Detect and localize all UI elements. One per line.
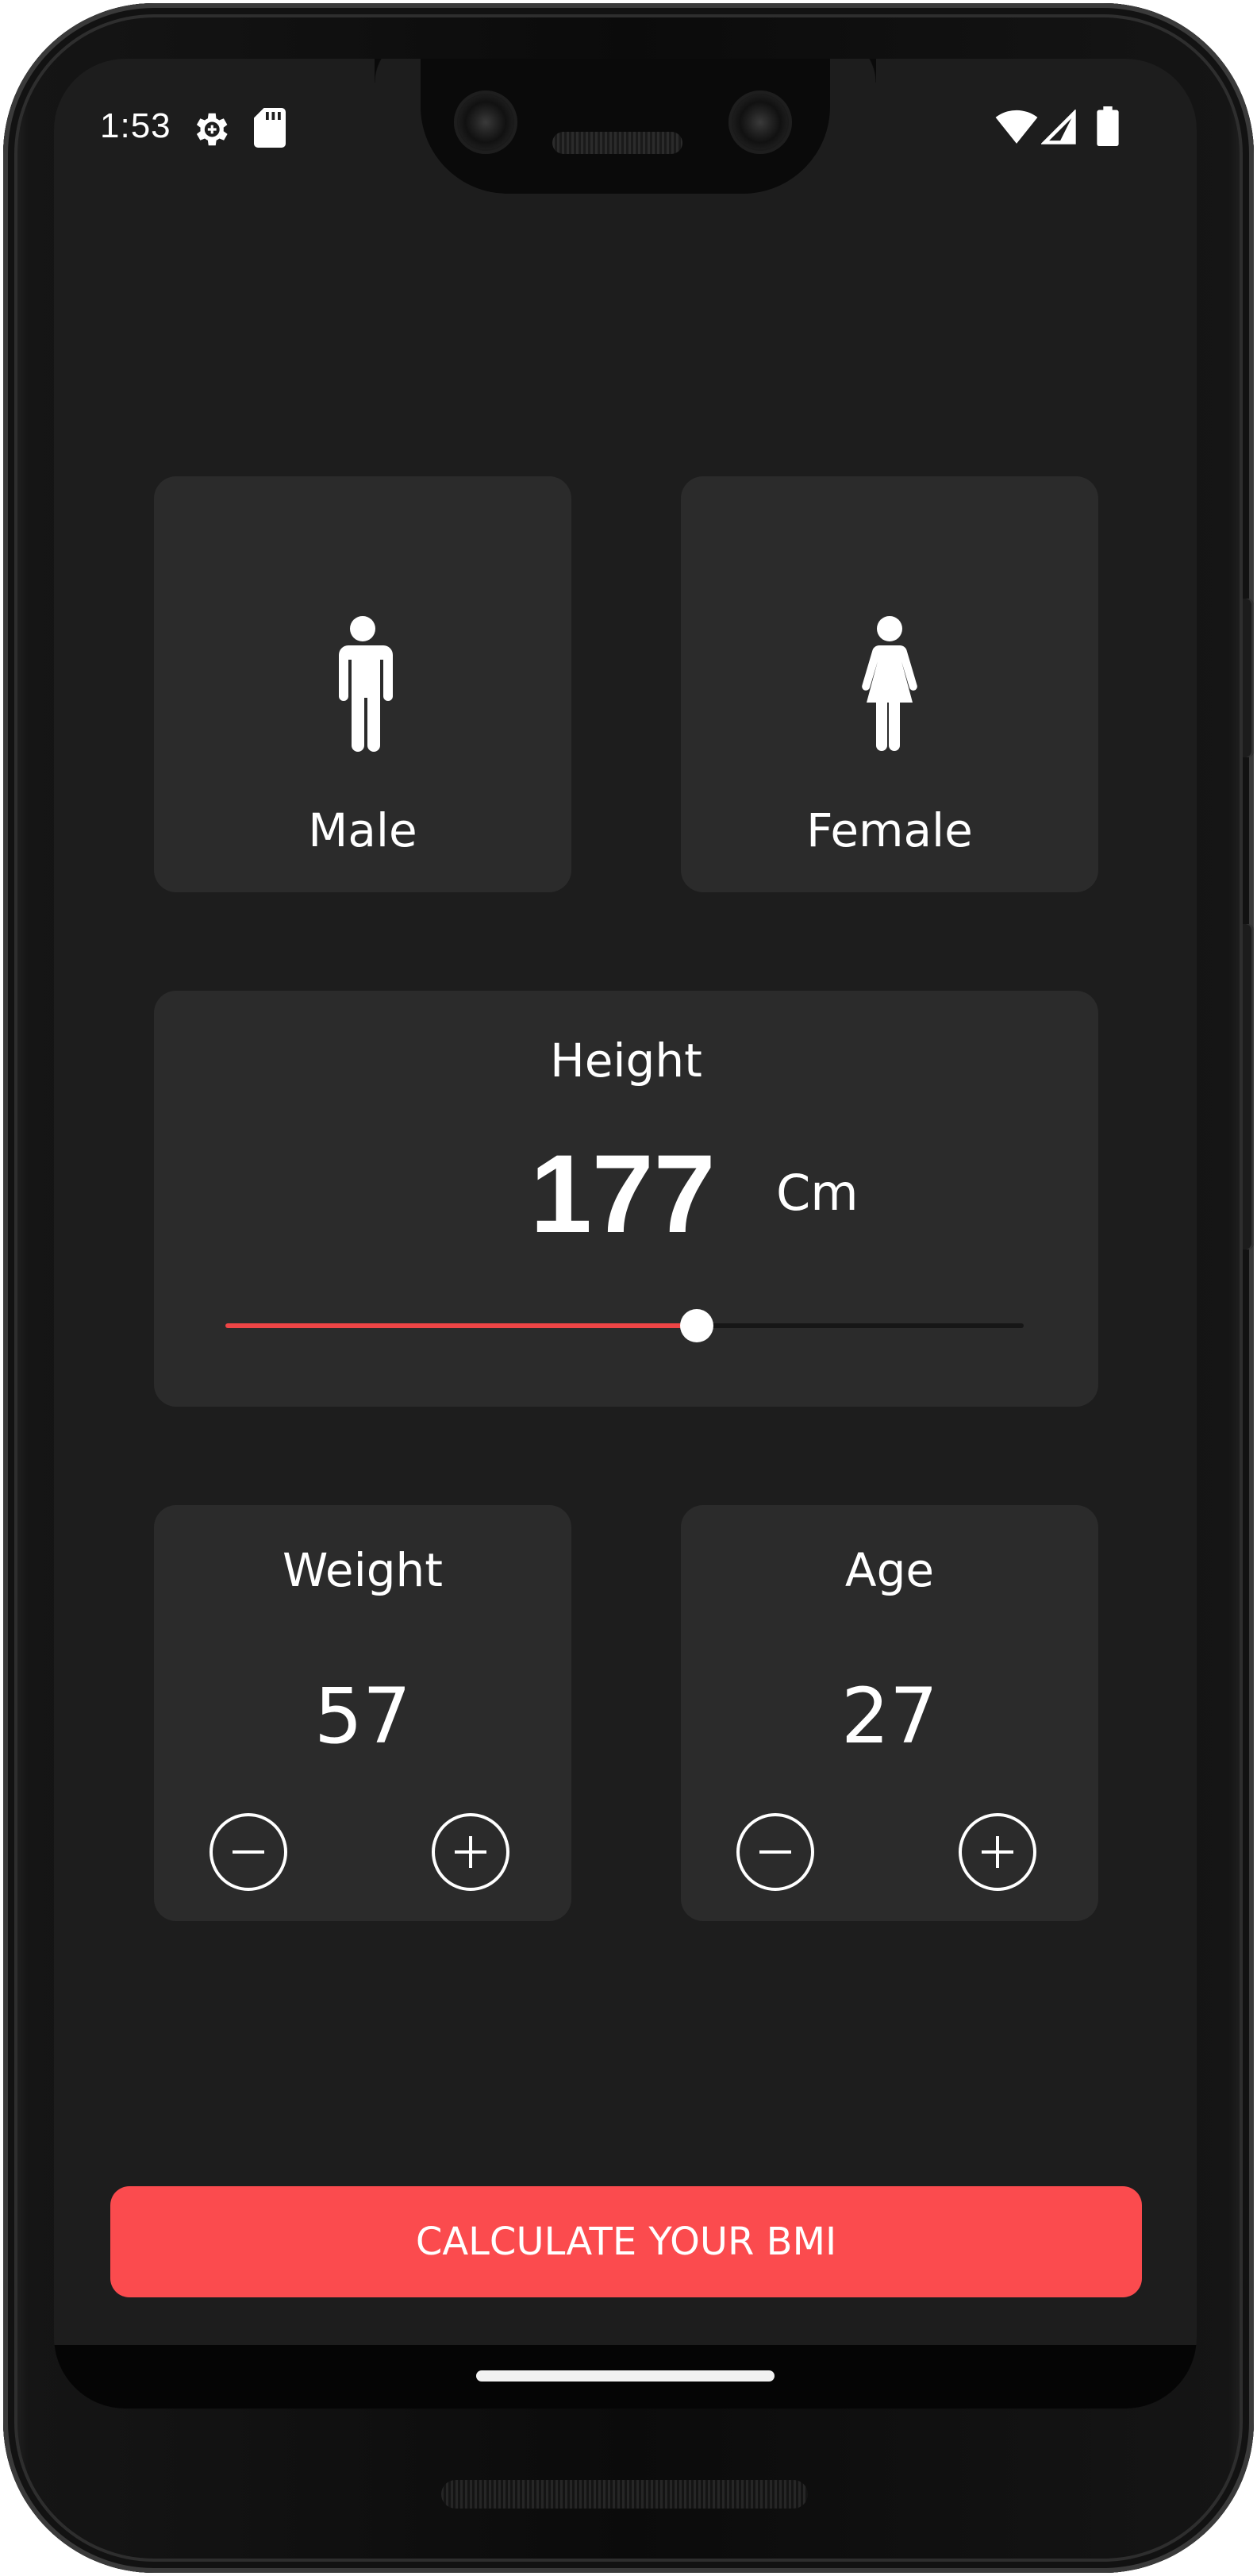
female-card[interactable]: Female [681,476,1098,892]
phone-frame: 1:53 Male Female Height 177 Cm Weight 57… [3,3,1254,2573]
female-label: Female [806,803,973,857]
height-unit: Cm [776,1164,859,1222]
age-decrement-button[interactable] [736,1813,814,1891]
age-card: Age 27 [681,1505,1098,1921]
power-button [1243,599,1254,757]
height-value: 177 [530,1131,716,1256]
battery-icon [1097,106,1119,149]
male-icon [333,615,393,755]
age-value: 27 [840,1672,939,1761]
height-slider-thumb[interactable] [679,1309,713,1342]
plus-icon [982,1836,1013,1868]
weight-card: Weight 57 [154,1505,571,1921]
weight-label: Weight [282,1543,444,1597]
height-slider-fill [225,1323,697,1328]
age-increment-button[interactable] [959,1813,1036,1891]
height-label: Height [550,1034,702,1088]
male-card[interactable]: Male [154,476,571,892]
cell-signal-icon [1040,109,1078,149]
volume-button [1243,924,1254,1249]
weight-decrement-button[interactable] [210,1813,287,1891]
male-label: Male [308,803,417,857]
status-time: 1:53 [100,106,171,145]
home-gesture-handle[interactable] [476,2370,775,2382]
female-icon [857,615,922,755]
bottom-speaker-grille [441,2480,808,2509]
weight-increment-button[interactable] [432,1813,509,1891]
app-screen: 1:53 Male Female Height 177 Cm Weight 57… [54,59,1197,2409]
plus-icon [455,1836,486,1868]
weight-value: 57 [313,1672,412,1761]
wifi-icon [995,110,1038,148]
minus-icon [233,1850,264,1854]
sd-card-icon [254,108,286,151]
settings-icon [189,108,232,154]
calculate-bmi-button[interactable]: CALCULATE YOUR BMI [110,2186,1142,2297]
age-label: Age [844,1543,935,1597]
status-bar: 1:53 [54,59,1197,194]
height-card: Height 177 Cm [154,991,1098,1407]
minus-icon [759,1850,791,1854]
